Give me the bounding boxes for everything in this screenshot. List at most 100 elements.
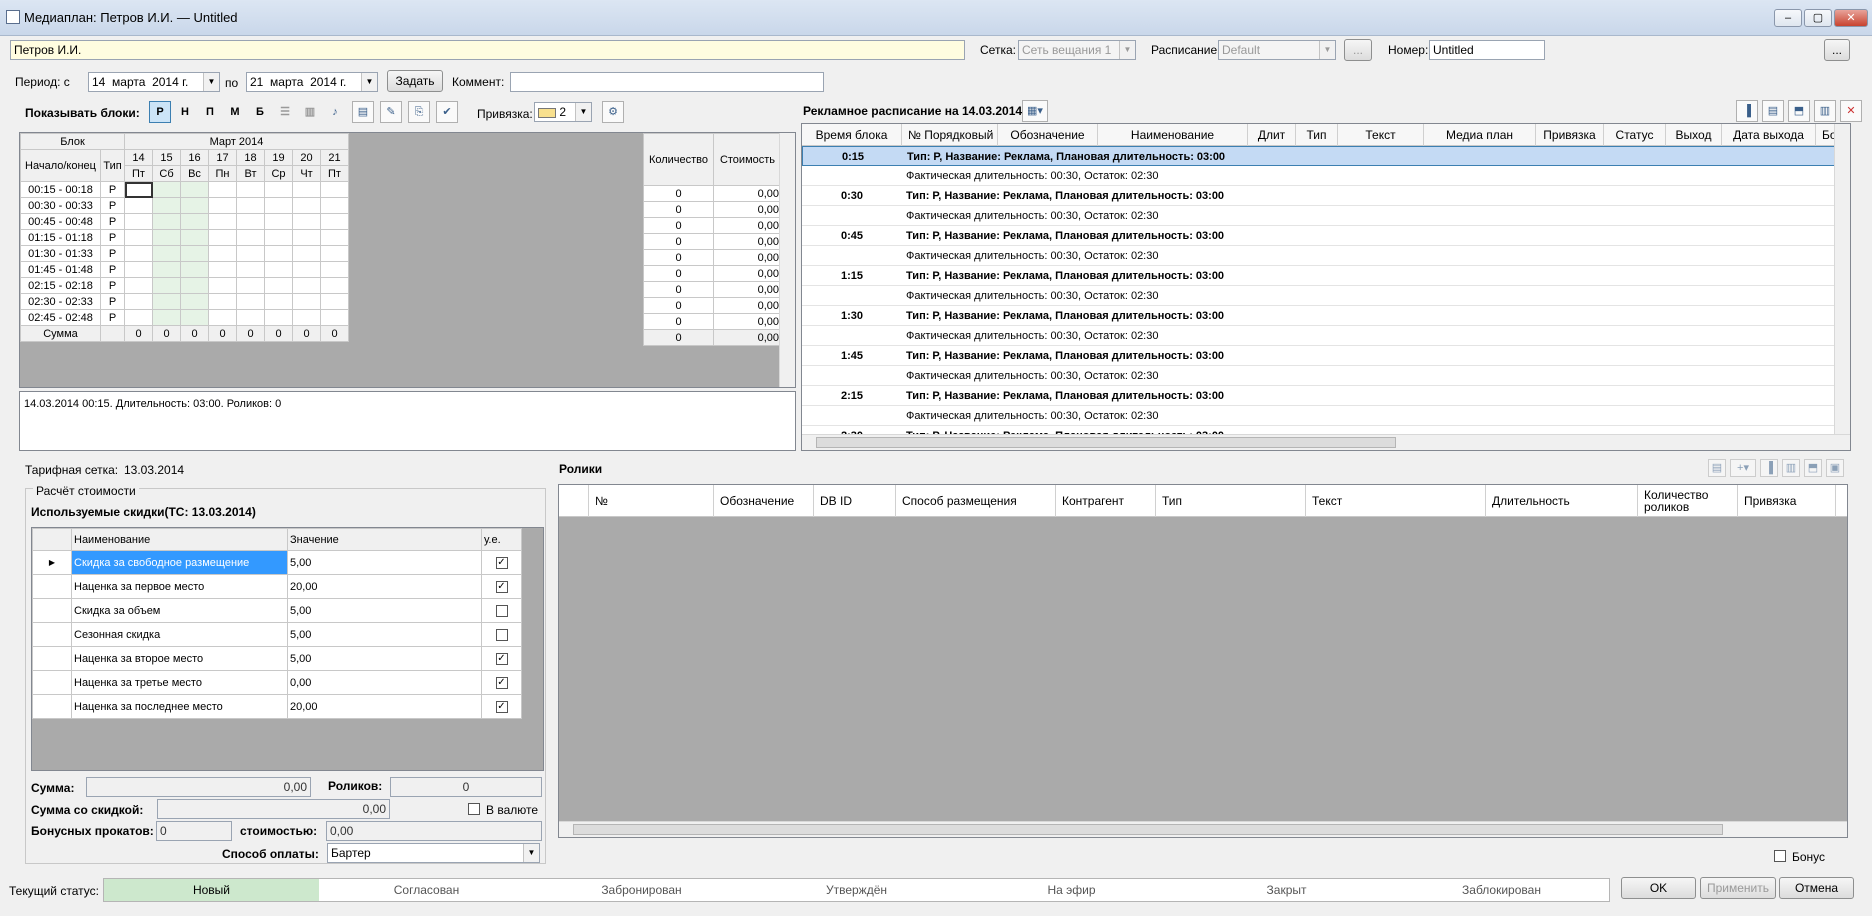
discount-row[interactable]: Наценка за третье место 0,00 ✓ bbox=[32, 670, 522, 695]
grid-cell[interactable] bbox=[292, 261, 321, 278]
schedule-tool-icon[interactable]: ⬒ bbox=[1788, 100, 1810, 122]
minimize-button[interactable]: ‒ bbox=[1774, 9, 1802, 27]
number-field[interactable]: Untitled bbox=[1429, 40, 1545, 60]
rollers-col-header[interactable]: Тип bbox=[1156, 485, 1306, 517]
grid-cell[interactable] bbox=[152, 309, 181, 326]
grid-cell[interactable] bbox=[124, 309, 153, 326]
rollers-tool-icon[interactable]: ▥ bbox=[1782, 459, 1800, 477]
list-view-icon[interactable]: ☰ bbox=[274, 101, 296, 123]
rollers-col-header[interactable]: Контрагент bbox=[1056, 485, 1156, 517]
grid-cell[interactable] bbox=[236, 245, 265, 262]
schedule-col-header[interactable]: Наименование bbox=[1098, 124, 1248, 146]
rollers-col-header[interactable]: Способ размещения bbox=[896, 485, 1056, 517]
schedule-col-header[interactable]: Медиа план bbox=[1424, 124, 1536, 146]
discount-value[interactable]: 5,00 bbox=[287, 598, 482, 623]
maximize-button[interactable]: ▢ bbox=[1804, 9, 1832, 27]
schedule-col-header[interactable]: № Порядковый bbox=[902, 124, 998, 146]
discount-value[interactable]: 0,00 bbox=[287, 670, 482, 695]
payment-select[interactable]: Бартер ▼ bbox=[327, 843, 540, 863]
discount-unit-checkbox[interactable]: ✓ bbox=[495, 580, 508, 593]
grid-cell[interactable] bbox=[236, 309, 265, 326]
grid-cell[interactable] bbox=[124, 261, 153, 278]
discount-name[interactable]: Наценка за первое место bbox=[71, 574, 288, 599]
discount-name[interactable]: Скидка за свободное размещение bbox=[71, 550, 288, 575]
grid-cell[interactable] bbox=[292, 245, 321, 262]
check-grid-icon[interactable]: ✔ bbox=[436, 101, 458, 123]
schedule-col-header[interactable]: Выход bbox=[1666, 124, 1722, 146]
grid-cell[interactable] bbox=[208, 245, 237, 262]
grid-cell[interactable] bbox=[320, 181, 349, 198]
grid-cell[interactable] bbox=[124, 181, 153, 198]
schedule-tool-icon[interactable]: ▤ bbox=[1762, 100, 1784, 122]
discount-name[interactable]: Наценка за второе место bbox=[71, 646, 288, 671]
schedule-block-row[interactable]: 0:15 Тип: Р, Название: Реклама, Плановая … bbox=[802, 146, 1850, 166]
schedule-block-row[interactable]: 1:45 Тип: Р, Название: Реклама, Плановая … bbox=[802, 346, 1850, 366]
grid-cell[interactable] bbox=[292, 181, 321, 198]
rollers-col-header[interactable]: Привязка bbox=[1738, 485, 1836, 517]
grid-select[interactable]: Сеть вещания 1 ▼ bbox=[1018, 40, 1136, 60]
grid-cell[interactable] bbox=[264, 309, 293, 326]
grid-cell[interactable] bbox=[152, 245, 181, 262]
bonus-checkbox[interactable] bbox=[1774, 850, 1786, 862]
schedule-vscroll[interactable] bbox=[1834, 124, 1850, 434]
grid-cell[interactable] bbox=[124, 245, 153, 262]
schedule-block-row[interactable]: 1:15 Тип: Р, Название: Реклама, Плановая … bbox=[802, 266, 1850, 286]
discount-name[interactable]: Сезонная скидка bbox=[71, 622, 288, 647]
grid-cell[interactable] bbox=[236, 277, 265, 294]
rollers-tool-icon[interactable]: ⬒ bbox=[1804, 459, 1822, 477]
schedule-block-row[interactable]: 2:15 Тип: Р, Название: Реклама, Плановая … bbox=[802, 386, 1850, 406]
discount-unit-cell[interactable] bbox=[481, 598, 522, 623]
grid-cell[interactable] bbox=[180, 213, 209, 230]
grid-cell[interactable] bbox=[292, 277, 321, 294]
grid-cell[interactable] bbox=[152, 197, 181, 214]
schedule-select[interactable]: Default ▼ bbox=[1218, 40, 1336, 60]
grid-cell[interactable] bbox=[124, 197, 153, 214]
rollers-col-header[interactable]: Количество роликов bbox=[1638, 485, 1738, 517]
grid-cell[interactable] bbox=[320, 309, 349, 326]
settings-icon[interactable]: ⚙ bbox=[602, 101, 624, 123]
grid-cell[interactable] bbox=[124, 277, 153, 294]
rollers-hscroll[interactable] bbox=[559, 821, 1847, 837]
discount-row[interactable]: ▶ Скидка за свободное размещение 5,00 ✓ bbox=[32, 550, 522, 575]
schedule-col-header[interactable]: Тип bbox=[1296, 124, 1338, 146]
grid-vscroll[interactable] bbox=[779, 133, 795, 387]
grid-cell[interactable] bbox=[152, 277, 181, 294]
rollers-tool-icon[interactable]: ▐ bbox=[1760, 459, 1778, 477]
rollers-tool-icon[interactable]: ▣ bbox=[1826, 459, 1844, 477]
discount-unit-checkbox[interactable]: ✓ bbox=[495, 556, 508, 569]
grid-cell[interactable] bbox=[124, 213, 153, 230]
rollers-col-header[interactable]: Обозначение bbox=[714, 485, 814, 517]
grid-cell[interactable] bbox=[152, 229, 181, 246]
block-type-r-button[interactable]: Р bbox=[149, 101, 171, 123]
grid-cell[interactable] bbox=[264, 229, 293, 246]
block-type-p-button[interactable]: П bbox=[199, 101, 221, 123]
grid-cell[interactable] bbox=[152, 261, 181, 278]
discount-unit-cell[interactable]: ✓ bbox=[481, 646, 522, 671]
discount-unit-checkbox[interactable]: ✓ bbox=[495, 652, 508, 665]
grid-cell[interactable] bbox=[208, 213, 237, 230]
discount-value[interactable]: 20,00 bbox=[287, 574, 482, 599]
discount-row[interactable]: Наценка за последнее место 20,00 ✓ bbox=[32, 694, 522, 719]
grid-cell[interactable] bbox=[180, 309, 209, 326]
discount-unit-cell[interactable] bbox=[481, 622, 522, 647]
ok-button[interactable]: OK bbox=[1621, 877, 1696, 899]
binding-select[interactable]: 2 ▼ bbox=[534, 102, 592, 122]
schedule-col-header[interactable]: Время блока bbox=[802, 124, 902, 146]
schedule-hscroll[interactable] bbox=[802, 434, 1850, 450]
grid-cell[interactable] bbox=[264, 213, 293, 230]
copy-grid-icon[interactable]: ⎘ bbox=[408, 101, 430, 123]
grid-cell[interactable] bbox=[208, 261, 237, 278]
grid-cell[interactable] bbox=[264, 277, 293, 294]
grid-cell[interactable] bbox=[264, 293, 293, 310]
grid-cell[interactable] bbox=[236, 181, 265, 198]
set-period-button[interactable]: Задать bbox=[387, 70, 443, 92]
block-type-n-button[interactable]: Н bbox=[174, 101, 196, 123]
schedule-col-header[interactable]: Статус bbox=[1604, 124, 1666, 146]
grid-cell[interactable] bbox=[208, 309, 237, 326]
grid-cell[interactable] bbox=[292, 293, 321, 310]
grid-cell[interactable] bbox=[180, 229, 209, 246]
grid-cell[interactable] bbox=[208, 277, 237, 294]
delete-icon[interactable]: ✕ bbox=[1840, 100, 1862, 122]
grid-cell[interactable] bbox=[208, 197, 237, 214]
grid-cell[interactable] bbox=[124, 293, 153, 310]
